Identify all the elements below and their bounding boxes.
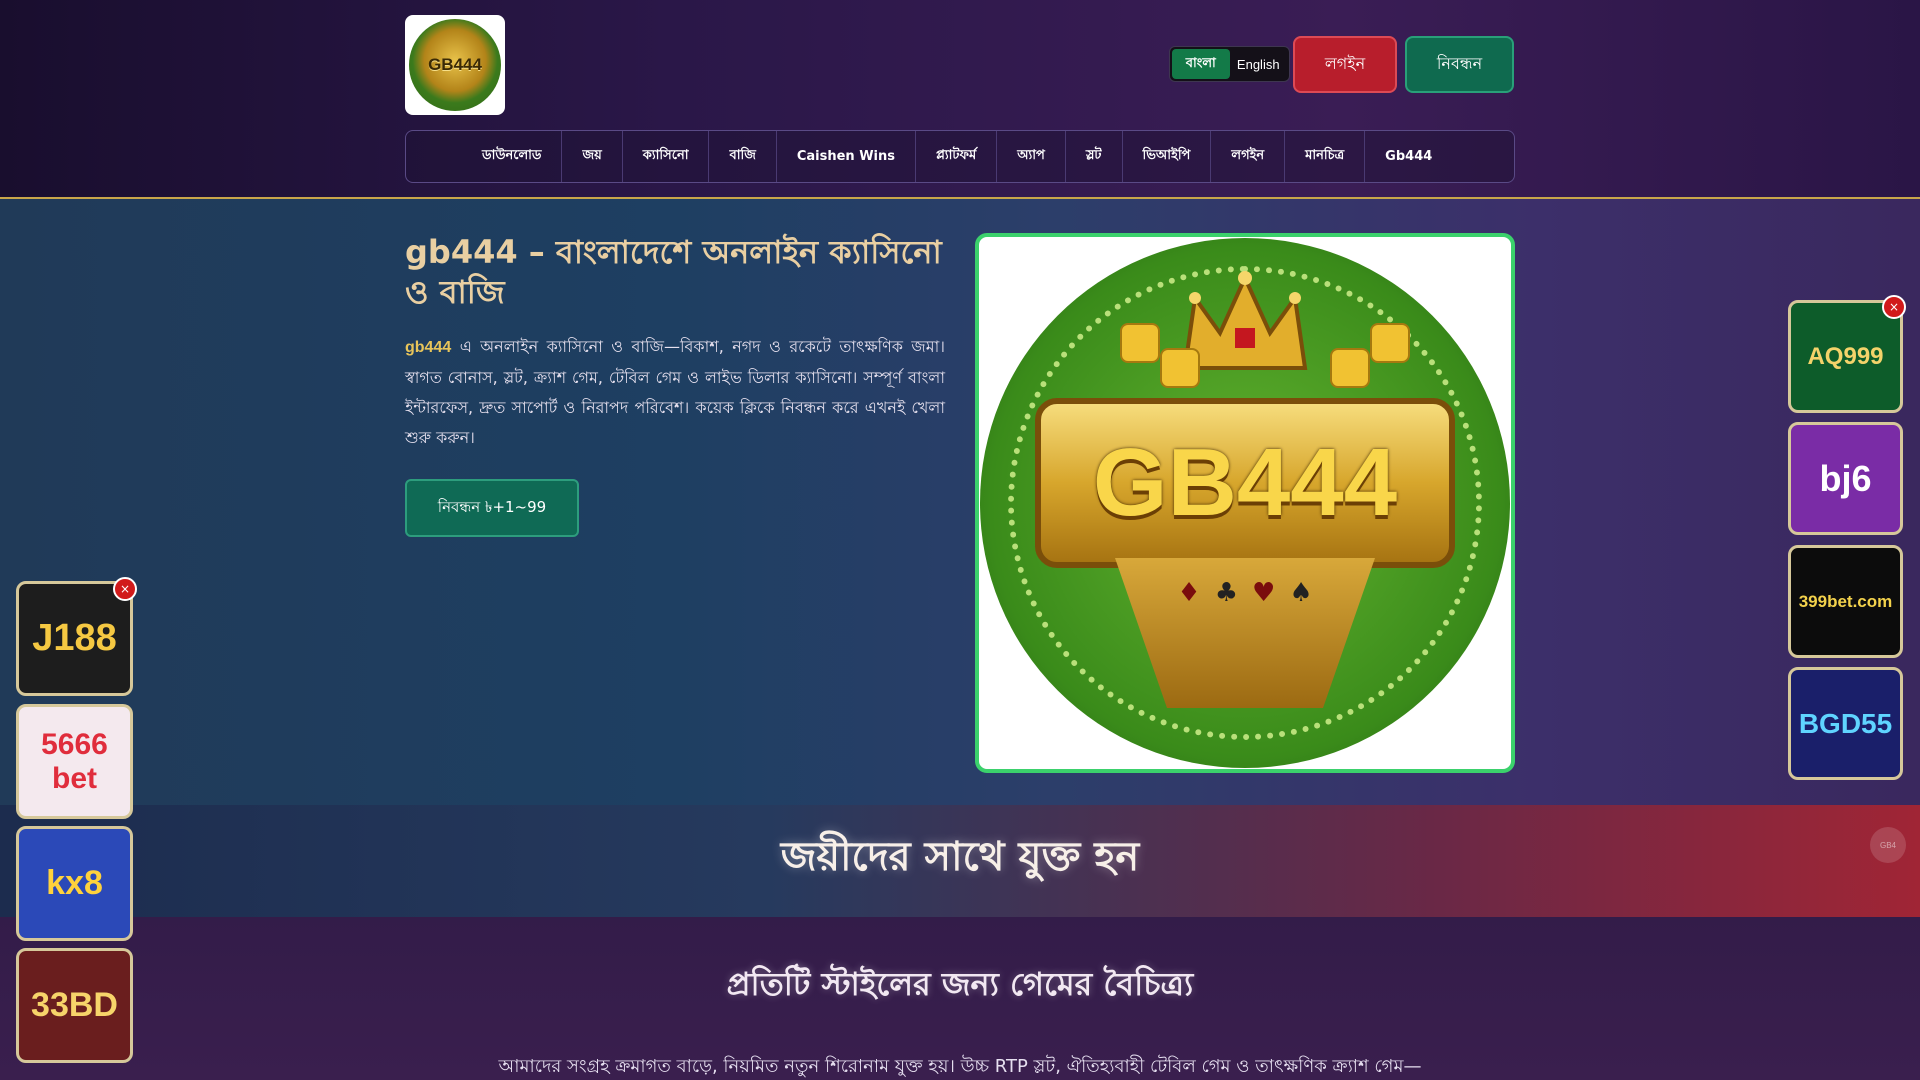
- dice-icon: [1120, 323, 1160, 363]
- lang-bangla-button[interactable]: বাংলা: [1172, 49, 1230, 79]
- spade-icon: ♠: [1289, 578, 1313, 608]
- banner-watermark-logo: GB4: [1870, 827, 1906, 863]
- join-winners-banner: জয়ীদের সাথে যুক্ত হন GB4: [0, 805, 1920, 917]
- ad-label: 399bet.com: [1798, 591, 1893, 611]
- diamond-icon: ♦: [1177, 578, 1201, 608]
- nav-item-download[interactable]: ডাউনলোড: [462, 131, 563, 182]
- gb444-badge-icon: GB444 ♦ ♣ ♥ ♠: [980, 238, 1510, 768]
- site-header: GB444 বাংলা English লগইন নিবন্ধন ডাউনলোড…: [0, 0, 1920, 199]
- ad-label: kx8: [46, 864, 103, 902]
- ad-right-bj6[interactable]: bj6: [1788, 422, 1903, 535]
- nav-item-bet[interactable]: বাজি: [709, 131, 777, 182]
- hero-description-body: এ অনলাইন ক্যাসিনো ও বাজি—বিকাশ, নগদ ও রক…: [405, 337, 945, 447]
- ad-label: AQ999: [1807, 342, 1884, 370]
- ad-left-5666bet[interactable]: 5666 bet: [16, 704, 133, 819]
- section-title: প্রতিটি স্টাইলের জন্য গেমের বৈচিত্র্য: [726, 965, 1194, 1003]
- nav-item-login[interactable]: লগইন: [1211, 131, 1286, 182]
- nav-item-map[interactable]: মানচিত্র: [1285, 131, 1366, 182]
- login-button[interactable]: লগইন: [1293, 36, 1397, 93]
- language-switch: বাংলা English: [1169, 46, 1290, 82]
- ad-label: J188: [32, 617, 117, 659]
- register-button[interactable]: নিবন্ধন: [1405, 36, 1514, 93]
- nav-item-app[interactable]: অ্যাপ: [997, 131, 1066, 182]
- hero-title: gb444 – বাংলাদেশে অনলাইন ক্যাসিনো ও বাজি: [405, 233, 942, 311]
- ad-label: BGD55: [1798, 707, 1893, 739]
- ad-right-399bet[interactable]: 399bet.com: [1788, 545, 1903, 658]
- nav-item-slot[interactable]: স্লট: [1066, 131, 1123, 182]
- dice-icon: [1330, 348, 1370, 388]
- banner-title: জয়ীদের সাথে যুক্ত হন: [780, 834, 1140, 880]
- site-logo[interactable]: GB444: [405, 15, 505, 115]
- ad-label: bj6: [1819, 457, 1872, 499]
- close-left-ads-icon[interactable]: ×: [113, 577, 137, 601]
- ad-label: 5666 bet: [41, 727, 108, 795]
- ad-left-kx8[interactable]: kx8: [16, 826, 133, 941]
- ad-left-j188[interactable]: J188: [16, 581, 133, 696]
- dice-icon: [1370, 323, 1410, 363]
- ad-label: 33BD: [31, 986, 118, 1024]
- nav-item-platform[interactable]: প্ল্যাটফর্ম: [916, 131, 998, 182]
- logo-badge-icon: GB444: [409, 19, 501, 111]
- dice-icon: [1160, 348, 1200, 388]
- hero-description: gb444 এ অনলাইন ক্যাসিনো ও বাজি—বিকাশ, নগ…: [405, 332, 945, 453]
- nav-item-gb444[interactable]: Gb444: [1365, 131, 1452, 182]
- hero-brand-name: gb444: [405, 339, 452, 356]
- ad-left-33bd[interactable]: 33BD: [16, 948, 133, 1063]
- hero-register-button[interactable]: নিবন্ধন ৳+1~99: [405, 479, 579, 537]
- nav-item-win[interactable]: জয়: [562, 131, 623, 182]
- hero-section: gb444 – বাংলাদেশে অনলাইন ক্যাসিনো ও বাজি…: [0, 199, 1920, 805]
- heart-icon: ♥: [1252, 578, 1276, 608]
- close-right-ads-icon[interactable]: ×: [1882, 295, 1906, 319]
- lang-english-button[interactable]: English: [1230, 49, 1288, 79]
- badge-plate: GB444: [1035, 398, 1455, 568]
- ad-right-bgd55[interactable]: BGD55: [1788, 667, 1903, 780]
- nav-item-casino[interactable]: ক্যাসিনো: [623, 131, 710, 182]
- main-nav: ডাউনলোড জয় ক্যাসিনো বাজি Caishen Wins প…: [405, 130, 1515, 183]
- section-text: আমাদের সংগ্রহ ক্রমাগত বাড়ে, নিয়মিত নতু…: [498, 1056, 1422, 1077]
- nav-item-caishen-wins[interactable]: Caishen Wins: [777, 131, 916, 182]
- hero-logo-image: GB444 ♦ ♣ ♥ ♠: [975, 233, 1515, 773]
- game-variety-section: প্রতিটি স্টাইলের জন্য গেমের বৈচিত্র্য আম…: [0, 917, 1920, 1080]
- club-icon: ♣: [1214, 578, 1238, 608]
- ad-right-aq999[interactable]: AQ999: [1788, 300, 1903, 413]
- nav-item-vip[interactable]: ভিআইপি: [1123, 131, 1212, 182]
